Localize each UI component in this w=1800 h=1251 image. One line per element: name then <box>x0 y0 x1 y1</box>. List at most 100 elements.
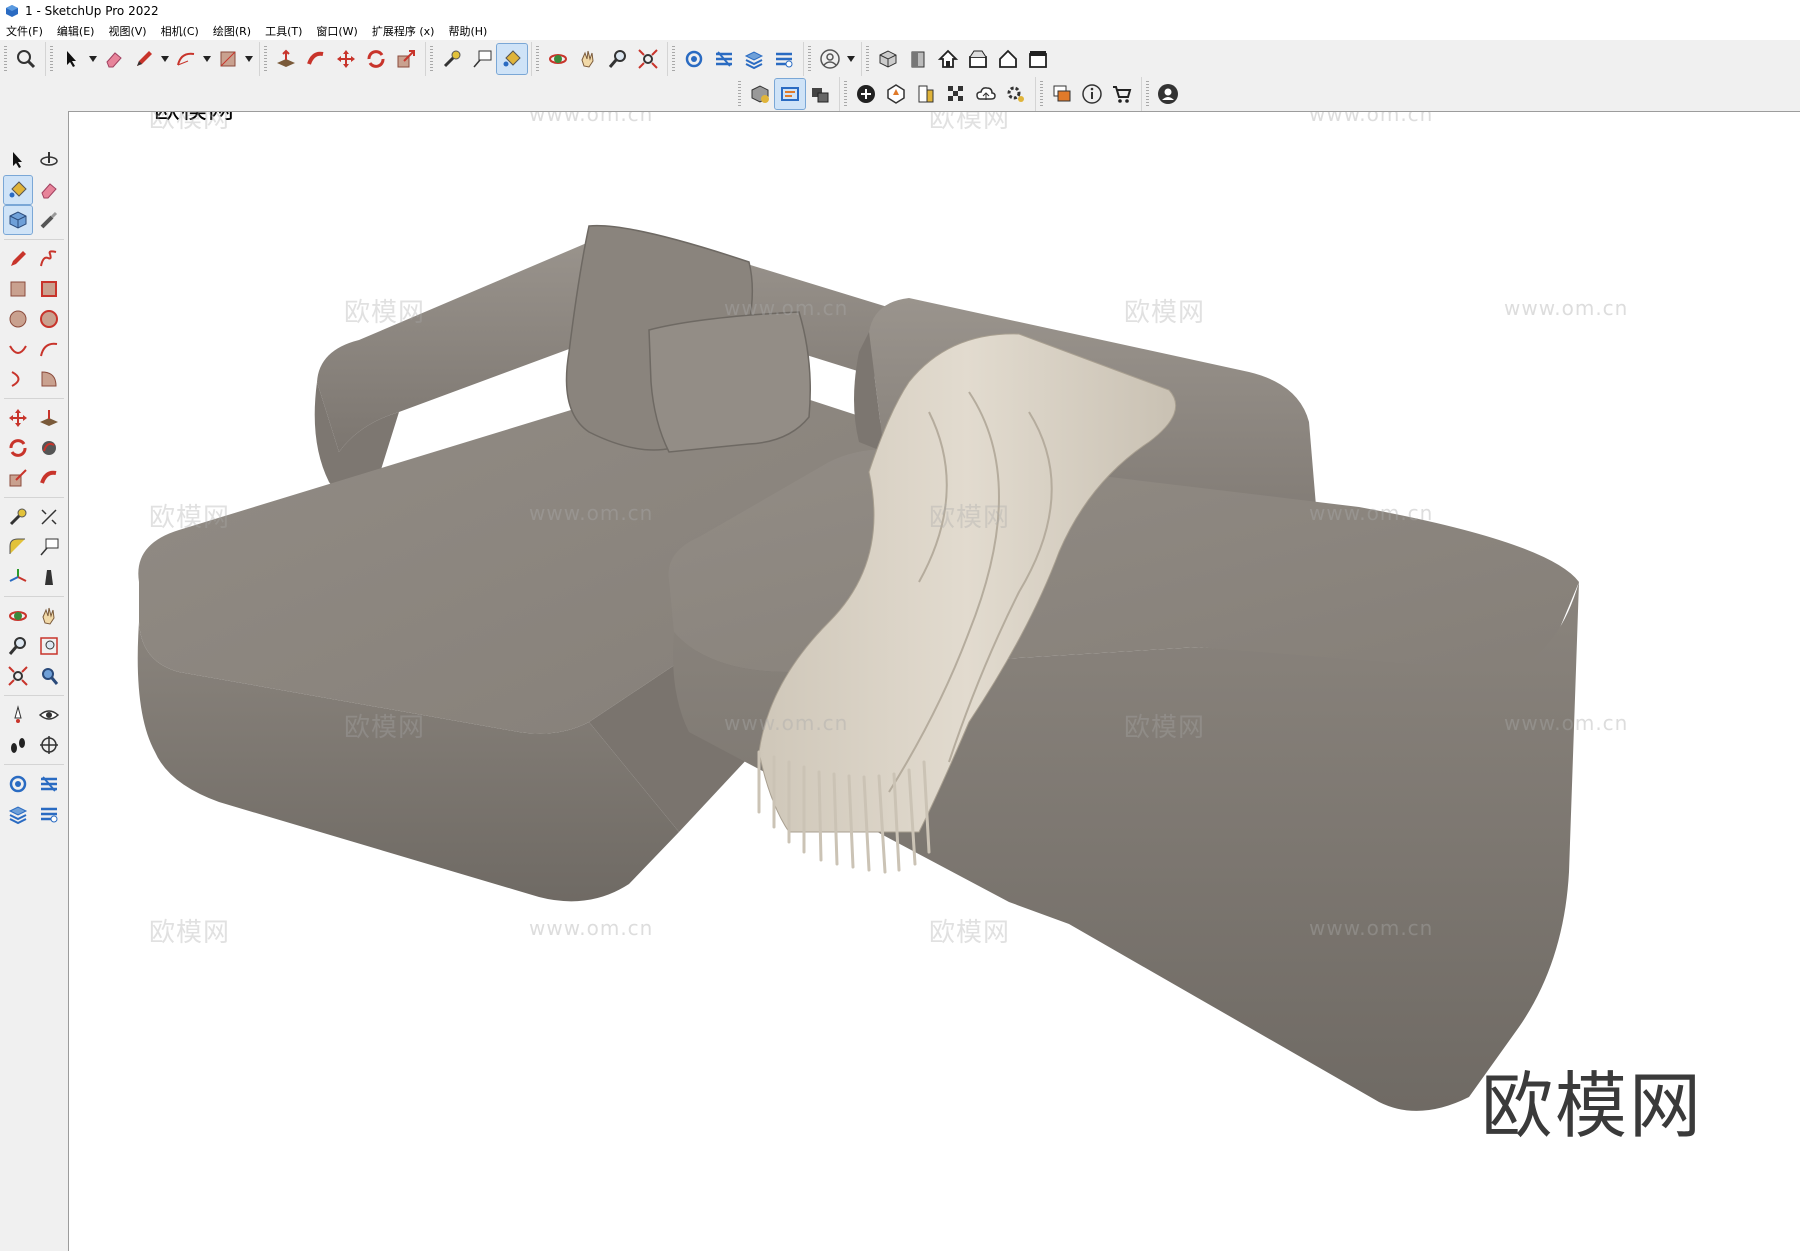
toolbar-grip[interactable] <box>4 45 7 72</box>
menu-tools[interactable]: 工具(T) <box>258 23 309 39</box>
lt-walk-button[interactable] <box>4 731 32 759</box>
warehouse-tool-button[interactable] <box>679 44 709 74</box>
menu-help[interactable]: 帮助(H) <box>441 23 494 39</box>
zoom-camera-tool-button[interactable] <box>603 44 633 74</box>
menu-edit[interactable]: 编辑(E) <box>50 23 102 39</box>
toolbar-grip[interactable] <box>430 45 433 72</box>
lt-follow-me-button[interactable] <box>35 434 63 462</box>
lt-orbit-button[interactable] <box>35 146 63 174</box>
settings-button[interactable] <box>1001 79 1031 109</box>
tags-tool-button[interactable] <box>769 44 799 74</box>
location-button[interactable] <box>881 79 911 109</box>
lt-position-camera-button[interactable] <box>4 701 32 729</box>
move-tool-button[interactable] <box>331 44 361 74</box>
menu-draw[interactable]: 绘图(R) <box>206 23 258 39</box>
lt-paint-bucket-button[interactable] <box>3 175 33 205</box>
lt-zoom-window-button[interactable] <box>35 632 63 660</box>
style-button[interactable] <box>911 79 941 109</box>
tape-measure-tool-button[interactable] <box>437 44 467 74</box>
toolbar-grip[interactable] <box>1146 81 1149 107</box>
lt-pan-button[interactable] <box>35 602 63 630</box>
menu-extensions[interactable]: 扩展程序 (x) <box>365 23 442 39</box>
scene-button[interactable] <box>805 79 835 109</box>
lt-arc-button[interactable] <box>4 335 32 363</box>
toolbar-grip[interactable] <box>536 45 539 72</box>
rotate-tool-button[interactable] <box>361 44 391 74</box>
arc-dropdown[interactable] <box>201 44 213 74</box>
texture-button[interactable] <box>941 79 971 109</box>
info-button[interactable] <box>1077 79 1107 109</box>
select-tool-button[interactable] <box>57 44 87 74</box>
lt-orbit-camera-button[interactable] <box>4 602 32 630</box>
account-button[interactable] <box>1153 79 1183 109</box>
rectangle-dropdown[interactable] <box>243 44 255 74</box>
extension-tool-button[interactable] <box>709 44 739 74</box>
lt-line-button[interactable] <box>4 245 32 273</box>
lt-3d-text-button[interactable] <box>35 563 63 591</box>
lt-select-button[interactable] <box>4 146 32 174</box>
orbit-tool-button[interactable] <box>543 44 573 74</box>
scale-tool-button[interactable] <box>391 44 421 74</box>
lt-previous-button[interactable] <box>35 662 63 690</box>
lt-freehand-button[interactable] <box>35 245 63 273</box>
house-view-button[interactable] <box>993 44 1023 74</box>
lt-push-pull-button[interactable] <box>35 404 63 432</box>
lt-arc-3pt-button[interactable] <box>4 365 32 393</box>
model-viewport[interactable]: 欧模网 欧模网 www.om.cn 欧模网 www.om.cn 欧模网 www.… <box>68 111 1800 1251</box>
select-dropdown[interactable] <box>87 44 99 74</box>
lt-dimension-button[interactable] <box>35 503 63 531</box>
lt-pie-button[interactable] <box>35 365 63 393</box>
lt-scale-button[interactable] <box>4 464 32 492</box>
lt-eraser-button[interactable] <box>35 176 63 204</box>
menu-file[interactable]: 文件(F) <box>0 23 50 39</box>
user-tool-button[interactable] <box>815 44 845 74</box>
zoom-tool-button[interactable] <box>11 44 41 74</box>
components-button[interactable] <box>1047 79 1077 109</box>
menu-view[interactable]: 视图(V) <box>101 23 153 39</box>
top-view-button[interactable] <box>963 44 993 74</box>
menu-camera[interactable]: 相机(C) <box>154 23 206 39</box>
lt-rectangle-button[interactable] <box>4 275 32 303</box>
outliner-button[interactable] <box>774 78 806 110</box>
menu-window[interactable]: 窗口(W) <box>309 23 364 39</box>
paint-bucket-tool-button[interactable] <box>496 42 528 75</box>
push-pull-tool-button[interactable] <box>271 44 301 74</box>
front-view-button[interactable] <box>903 44 933 74</box>
user-dropdown[interactable] <box>845 44 857 74</box>
lt-section-plane-button[interactable] <box>35 731 63 759</box>
lt-extension-warehouse-button[interactable] <box>35 770 63 798</box>
lt-look-around-button[interactable] <box>35 701 63 729</box>
lt-polygon-button[interactable] <box>35 305 63 333</box>
text-tool-button[interactable] <box>467 44 497 74</box>
lt-tape-measure-button[interactable] <box>4 503 32 531</box>
toolbar-grip[interactable] <box>808 45 811 72</box>
lt-tape-button[interactable] <box>35 206 63 234</box>
cart-button[interactable] <box>1107 79 1137 109</box>
lt-offset-button[interactable] <box>35 464 63 492</box>
toolbar-grip[interactable] <box>1040 81 1043 107</box>
toolbar-grip[interactable] <box>738 81 741 107</box>
store-view-button[interactable] <box>1023 44 1053 74</box>
lt-warehouse-button[interactable] <box>4 770 32 798</box>
toolbar-grip[interactable] <box>264 45 267 72</box>
lt-axes-button[interactable] <box>4 563 32 591</box>
lt-zoom-extents-button[interactable] <box>4 662 32 690</box>
toolbar-grip[interactable] <box>844 81 847 107</box>
pencil-tool-button[interactable] <box>129 44 159 74</box>
toolbar-grip[interactable] <box>866 45 869 72</box>
toolbar-grip[interactable] <box>672 45 675 72</box>
cloud-button[interactable] <box>971 79 1001 109</box>
lt-arc-2pt-button[interactable] <box>35 335 63 363</box>
eraser-tool-button[interactable] <box>99 44 129 74</box>
lt-component-button[interactable] <box>3 205 33 235</box>
iso-view-button[interactable] <box>873 44 903 74</box>
layers-tool-button[interactable] <box>739 44 769 74</box>
lt-layers-button[interactable] <box>4 800 32 828</box>
rectangle-tool-button[interactable] <box>213 44 243 74</box>
home-view-button[interactable] <box>933 44 963 74</box>
pan-tool-button[interactable] <box>573 44 603 74</box>
lt-circle-button[interactable] <box>4 305 32 333</box>
lt-rotated-rectangle-button[interactable] <box>35 275 63 303</box>
arc-tool-button[interactable] <box>171 44 201 74</box>
toolbar-grip[interactable] <box>50 45 53 72</box>
